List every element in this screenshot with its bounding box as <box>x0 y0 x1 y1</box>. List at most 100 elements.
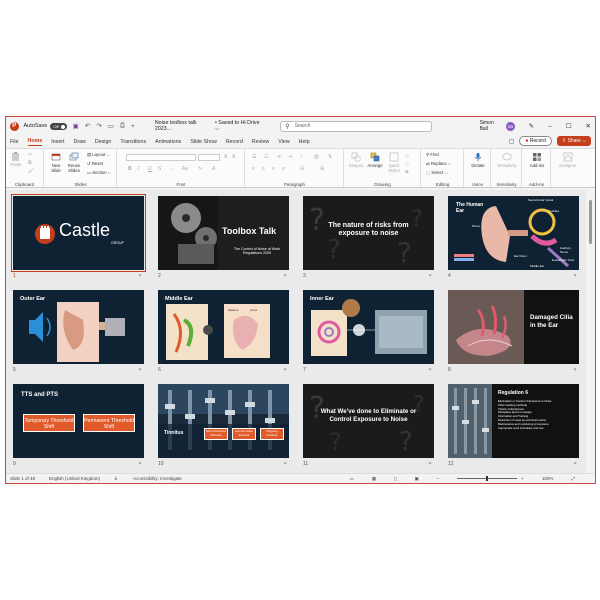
document-title[interactable]: Noise toolbox talk 2023... <box>155 120 211 132</box>
italic-icon[interactable]: I <box>138 166 139 172</box>
decrease-font-icon[interactable]: A <box>232 154 235 160</box>
select-button[interactable]: ⬚ Select ⌵ <box>426 170 448 175</box>
print-icon[interactable]: ⎙ <box>120 122 125 130</box>
normal-view-icon[interactable]: ▭ <box>349 476 353 482</box>
slide-thumbnail-10[interactable]: Tinnitus Sound Distress Stimulus Can be … <box>158 384 289 458</box>
save-status[interactable]: • Saved to Hi Drive ⌵ <box>215 120 262 133</box>
shape-fill-icon[interactable]: ◇ <box>405 153 409 159</box>
align-left-icon[interactable]: ≡ <box>252 166 255 172</box>
font-name-field[interactable] <box>126 154 196 161</box>
find-button[interactable]: ⚲ Find <box>426 152 439 157</box>
slide-thumbnail-3[interactable]: ? ? ? ? The nature of risks from exposur… <box>303 196 434 270</box>
slide-thumbnail-1[interactable]: Castle GROUP <box>11 194 146 272</box>
slide-thumbnail-6[interactable]: Middle Ear Malleus Incus <box>158 290 289 364</box>
arrange-button[interactable]: Arrange <box>366 152 384 168</box>
slide-thumbnail-7[interactable]: Inner Ear <box>303 290 434 364</box>
minimize-icon[interactable]: – <box>548 123 552 130</box>
shape-effects-icon[interactable]: ◈ <box>405 169 409 175</box>
tab-draw[interactable]: Draw <box>74 139 86 145</box>
dictate-button[interactable]: Dictate <box>468 152 488 168</box>
slide-thumbnail-9[interactable]: TTS and PTS Temporary Threshold Shift Pe… <box>13 384 144 458</box>
tab-home[interactable]: Home <box>27 138 43 146</box>
slideshow-view-icon[interactable]: ▣ <box>414 476 418 482</box>
zoom-out-icon[interactable]: – <box>437 476 440 481</box>
character-spacing-icon[interactable]: ↔ <box>170 166 175 172</box>
slide-thumbnail-8[interactable]: Damaged Cilia in the Ear <box>448 290 579 364</box>
accessibility-status[interactable]: ♿ Accessibility: Investigate <box>114 476 196 482</box>
tab-review[interactable]: Review <box>252 139 269 145</box>
tab-slide-show[interactable]: Slide Show <box>190 139 217 145</box>
paste-button[interactable]: Paste <box>9 151 23 167</box>
autosave-toggle[interactable]: Off <box>50 122 67 130</box>
strikethrough-icon[interactable]: S <box>158 166 161 172</box>
scrollbar-thumb[interactable] <box>589 200 592 244</box>
sensitivity-button[interactable]: Sensitivity <box>494 152 520 168</box>
slide-thumbnail-12[interactable]: Regulation 6 Elimination or Control of E… <box>448 384 579 458</box>
align-right-icon[interactable]: ≡ <box>272 166 275 172</box>
tab-transitions[interactable]: Transitions <box>120 139 146 145</box>
vertical-scrollbar[interactable] <box>586 190 595 475</box>
tab-file[interactable]: File <box>10 139 19 145</box>
slide-thumbnail-2[interactable]: Toolbox Talk The Control of Noise at Wor… <box>158 196 289 270</box>
line-spacing-icon[interactable]: ↕ <box>300 154 303 160</box>
shapes-button[interactable]: Shapes <box>348 152 364 168</box>
font-color-icon[interactable]: A <box>212 166 215 172</box>
add-ins-button[interactable]: Add-ins <box>526 152 548 168</box>
comments-icon[interactable]: ▢ <box>509 138 515 145</box>
text-direction-icon[interactable]: ⇅ <box>328 154 332 160</box>
change-case-icon[interactable]: Aa <box>182 166 188 172</box>
record-button[interactable]: ● Record <box>519 136 552 146</box>
close-icon[interactable]: ✕ <box>586 122 591 130</box>
smartart-icon[interactable]: ⊞ <box>320 166 324 172</box>
zoom-in-icon[interactable]: + <box>521 476 524 481</box>
designer-button[interactable]: Designer <box>555 152 581 168</box>
replace-button[interactable]: ⇄ Replace ⌵ <box>426 161 451 166</box>
font-size-field[interactable] <box>198 154 220 161</box>
slide-thumbnail-11[interactable]: ? ? ? ? What We've done to Eliminate or … <box>303 384 434 458</box>
decrease-indent-icon[interactable]: ⇤ <box>278 154 282 160</box>
shape-outline-icon[interactable]: ▱ <box>405 161 409 167</box>
format-painter-icon[interactable]: 🖌 <box>28 168 34 174</box>
section-button[interactable]: ▭ Section ⌵ <box>87 170 111 175</box>
language-status[interactable]: English (United Kingdom) <box>49 476 100 481</box>
tab-insert[interactable]: Insert <box>51 139 64 145</box>
reuse-slides-button[interactable]: Reuse Slides <box>66 152 82 173</box>
increase-indent-icon[interactable]: ⇥ <box>288 154 292 160</box>
columns-icon[interactable]: ▥ <box>314 154 319 160</box>
tab-view[interactable]: View <box>278 139 289 145</box>
avatar[interactable]: SB <box>506 121 515 131</box>
customize-icon[interactable]: + <box>131 123 135 130</box>
reset-button[interactable]: ↺ Reset <box>87 161 103 166</box>
cut-icon[interactable]: ✂ <box>28 152 32 158</box>
layout-button[interactable]: ▤ Layout ⌵ <box>87 152 110 157</box>
tab-record[interactable]: Record <box>226 139 243 145</box>
highlight-icon[interactable]: ✎ <box>198 166 202 172</box>
tab-design[interactable]: Design <box>95 139 112 145</box>
slide-thumbnail-4[interactable]: The Human Ear Semicircular Canal Cochlea… <box>448 196 579 270</box>
fit-to-window-icon[interactable]: ⤢ <box>571 476 575 481</box>
redo-icon[interactable]: ↷ <box>96 122 101 130</box>
bullets-icon[interactable]: ☰ <box>252 154 256 160</box>
justify-icon[interactable]: ≡ <box>282 166 285 172</box>
undo-icon[interactable]: ↶ <box>85 122 90 130</box>
tab-animations[interactable]: Animations <box>155 139 181 145</box>
quick-styles-button[interactable]: Quick Styles <box>386 152 402 173</box>
align-center-icon[interactable]: ≡ <box>262 166 265 172</box>
reading-view-icon[interactable]: ▯ <box>394 476 396 482</box>
share-button[interactable]: ⇪ Share ⌵ <box>556 136 591 146</box>
align-text-icon[interactable]: ⊟ <box>300 166 304 172</box>
maximize-icon[interactable]: ☐ <box>566 122 572 130</box>
slide-thumbnail-5[interactable]: Outer Ear <box>13 290 144 364</box>
pen-icon[interactable]: ✎ <box>529 122 534 130</box>
save-icon[interactable]: ▣ <box>73 122 79 130</box>
search-box[interactable]: ⚲ Search <box>280 120 432 132</box>
numbering-icon[interactable]: ☷ <box>264 154 268 160</box>
folder-icon[interactable]: ▭ <box>108 122 114 130</box>
slide-sorter-view-icon[interactable]: ▦ <box>372 476 376 482</box>
tab-help[interactable]: Help <box>299 139 310 145</box>
new-slide-button[interactable]: New Slide <box>48 152 64 173</box>
user-name[interactable]: Simon Ball <box>480 120 503 132</box>
zoom-slider[interactable] <box>457 476 518 481</box>
bold-icon[interactable]: B <box>128 166 132 172</box>
underline-icon[interactable]: U <box>148 166 152 172</box>
